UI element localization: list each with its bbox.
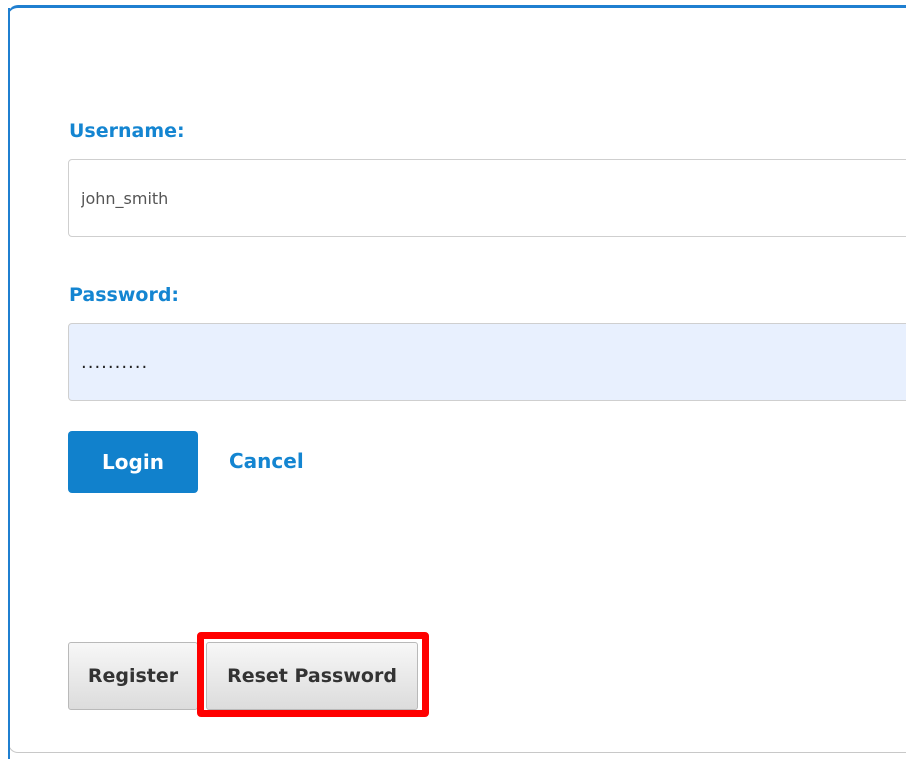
- panel-left-border: [8, 8, 10, 759]
- login-button[interactable]: Login: [68, 431, 198, 493]
- password-label: Password:: [69, 284, 180, 306]
- password-masked-value: ..........: [81, 351, 149, 373]
- username-field[interactable]: [68, 159, 906, 237]
- register-button[interactable]: Register: [68, 642, 198, 710]
- reset-password-button[interactable]: Reset Password: [206, 642, 418, 710]
- password-field[interactable]: ..........: [68, 323, 906, 401]
- cancel-link[interactable]: Cancel: [229, 449, 304, 473]
- username-label: Username:: [69, 120, 185, 142]
